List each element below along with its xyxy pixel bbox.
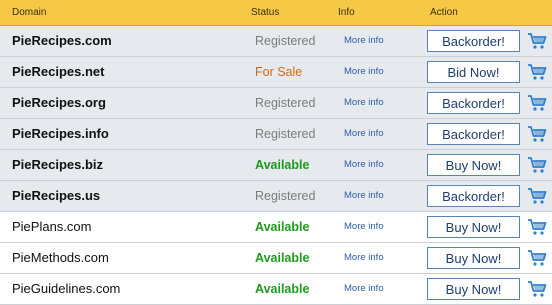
status-label: Registered: [255, 189, 316, 203]
table-row: PieMethods.com Available More info Buy N…: [0, 243, 552, 274]
domain-table: Domain Status Info Action PieRecipes.com…: [0, 0, 552, 305]
domain-name: PieGuidelines.com: [12, 281, 121, 296]
domain-name: PiePlans.com: [12, 219, 92, 234]
more-info-link[interactable]: More info: [344, 88, 384, 118]
backorder-button[interactable]: Backorder!: [427, 30, 520, 52]
domain-name: PieRecipes.com: [12, 33, 112, 48]
header-domain: Domain: [12, 7, 47, 18]
cart-icon[interactable]: [527, 94, 547, 112]
table-row: PieRecipes.info Registered More info Bac…: [0, 119, 552, 150]
status-label: Available: [255, 158, 310, 172]
domain-name: PieMethods.com: [12, 250, 109, 265]
buy-now-button[interactable]: Buy Now!: [427, 154, 520, 176]
table-row: PieRecipes.com Registered More info Back…: [0, 26, 552, 57]
backorder-button[interactable]: Backorder!: [427, 123, 520, 145]
domain-name: PieRecipes.org: [12, 95, 106, 110]
domain-name: PieRecipes.biz: [12, 157, 104, 172]
more-info-link[interactable]: More info: [344, 274, 384, 304]
more-info-link[interactable]: More info: [344, 150, 384, 180]
status-label: Available: [255, 251, 310, 265]
cart-icon[interactable]: [527, 249, 547, 267]
table-row: PieRecipes.org Registered More info Back…: [0, 88, 552, 119]
table-row: PieRecipes.biz Available More info Buy N…: [0, 150, 552, 181]
more-info-link[interactable]: More info: [344, 212, 384, 242]
cart-icon[interactable]: [527, 32, 547, 50]
cart-icon[interactable]: [527, 218, 547, 236]
buy-now-button[interactable]: Buy Now!: [427, 247, 520, 269]
more-info-link[interactable]: More info: [344, 26, 384, 56]
status-label: Registered: [255, 127, 316, 141]
more-info-link[interactable]: More info: [344, 119, 384, 149]
domain-name: PieRecipes.us: [12, 188, 101, 203]
buy-now-button[interactable]: Buy Now!: [427, 216, 520, 238]
backorder-button[interactable]: Backorder!: [427, 185, 520, 207]
backorder-button[interactable]: Backorder!: [427, 92, 520, 114]
header-status: Status: [251, 7, 280, 18]
table-row: PieRecipes.us Registered More info Backo…: [0, 181, 552, 212]
cart-icon[interactable]: [527, 187, 547, 205]
bid-now-button[interactable]: Bid Now!: [427, 61, 520, 83]
more-info-link[interactable]: More info: [344, 57, 384, 87]
domain-name: PieRecipes.info: [12, 126, 109, 141]
table-row: PieRecipes.net For Sale More info Bid No…: [0, 57, 552, 88]
status-label: Available: [255, 220, 310, 234]
cart-icon[interactable]: [527, 280, 547, 298]
header-info: Info: [338, 7, 355, 18]
header-action: Action: [430, 7, 458, 18]
table-row: PiePlans.com Available More info Buy Now…: [0, 212, 552, 243]
cart-icon[interactable]: [527, 63, 547, 81]
more-info-link[interactable]: More info: [344, 181, 384, 211]
table-header: Domain Status Info Action: [0, 0, 552, 26]
status-label: Registered: [255, 34, 316, 48]
more-info-link[interactable]: More info: [344, 243, 384, 273]
status-label: For Sale: [255, 65, 303, 79]
cart-icon[interactable]: [527, 156, 547, 174]
status-label: Available: [255, 282, 310, 296]
table-row: PieGuidelines.com Available More info Bu…: [0, 274, 552, 305]
status-label: Registered: [255, 96, 316, 110]
buy-now-button[interactable]: Buy Now!: [427, 278, 520, 300]
cart-icon[interactable]: [527, 125, 547, 143]
domain-name: PieRecipes.net: [12, 64, 105, 79]
